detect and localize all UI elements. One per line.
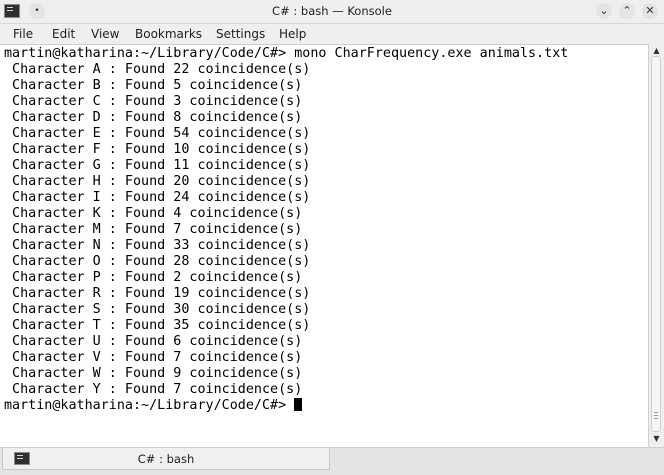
close-button[interactable]: ✕ bbox=[642, 3, 658, 19]
prompt-line[interactable]: martin@katharina:~/Library/Code/C#> bbox=[4, 398, 303, 414]
output-line: Character V : Found 7 coincidence(s) bbox=[4, 350, 303, 365]
output-line: Character M : Found 7 coincidence(s) bbox=[4, 222, 303, 237]
menu-edit[interactable]: Edit bbox=[52, 27, 75, 41]
output-line: Character T : Found 35 coincidence(s) bbox=[4, 318, 311, 333]
grip-line bbox=[654, 412, 658, 413]
grip-line bbox=[654, 415, 658, 416]
menu-bookmarks[interactable]: Bookmarks bbox=[135, 27, 202, 41]
tab-label: C# : bash bbox=[137, 452, 195, 466]
tab-bar: C# : bash bbox=[0, 447, 664, 475]
output-line: Character U : Found 6 coincidence(s) bbox=[4, 334, 303, 349]
output-line: Character S : Found 30 coincidence(s) bbox=[4, 302, 311, 317]
minimize-button[interactable]: ⌄ bbox=[596, 3, 612, 19]
terminal-output[interactable]: martin@katharina:~/Library/Code/C#> mono… bbox=[0, 44, 648, 447]
output-line: Character K : Found 4 coincidence(s) bbox=[4, 206, 303, 221]
output-line: Character R : Found 19 coincidence(s) bbox=[4, 286, 311, 301]
output-line: Character D : Found 8 coincidence(s) bbox=[4, 110, 303, 125]
output-line: Character C : Found 3 coincidence(s) bbox=[4, 94, 303, 109]
menu-settings[interactable]: Settings bbox=[216, 27, 265, 41]
command-line: martin@katharina:~/Library/Code/C#> mono… bbox=[4, 46, 569, 61]
output-line: Character B : Found 5 coincidence(s) bbox=[4, 78, 303, 93]
output-line: Character P : Found 2 coincidence(s) bbox=[4, 270, 303, 285]
output-line: Character F : Found 10 coincidence(s) bbox=[4, 142, 311, 157]
output-line: Character N : Found 33 coincidence(s) bbox=[4, 238, 311, 253]
scrollbar-thumb[interactable] bbox=[651, 56, 661, 432]
output-line: Character E : Found 54 coincidence(s) bbox=[4, 126, 311, 141]
output-line: Character Y : Found 7 coincidence(s) bbox=[4, 382, 303, 397]
grip-line bbox=[654, 418, 658, 419]
output-line: Character G : Found 11 coincidence(s) bbox=[4, 158, 311, 173]
window-title: C# : bash — Konsole bbox=[272, 4, 392, 18]
menu-view[interactable]: View bbox=[91, 27, 119, 41]
menu-help[interactable]: Help bbox=[279, 27, 306, 41]
vertical-scrollbar[interactable]: ▲ ▼ bbox=[648, 44, 664, 447]
output-line: Character H : Found 20 coincidence(s) bbox=[4, 174, 311, 189]
text-cursor bbox=[294, 398, 303, 411]
output-line: Character A : Found 22 coincidence(s) bbox=[4, 62, 311, 77]
prompt-text: martin@katharina:~/Library/Code/C#> bbox=[4, 398, 295, 413]
output-line: Character I : Found 24 coincidence(s) bbox=[4, 190, 311, 205]
menu-file[interactable]: File bbox=[13, 27, 33, 41]
tab-bash[interactable]: C# : bash bbox=[2, 448, 330, 470]
output-line: Character O : Found 28 coincidence(s) bbox=[4, 254, 311, 269]
maximize-button[interactable]: ⌃ bbox=[619, 3, 635, 19]
window-titlebar[interactable]: • C# : bash — Konsole ⌄ ⌃ ✕ bbox=[0, 0, 664, 24]
output-line: Character W : Found 9 coincidence(s) bbox=[4, 366, 303, 381]
menu-bar: File Edit View Bookmarks Settings Help bbox=[0, 24, 664, 44]
scroll-down-arrow-icon[interactable]: ▼ bbox=[649, 432, 664, 446]
